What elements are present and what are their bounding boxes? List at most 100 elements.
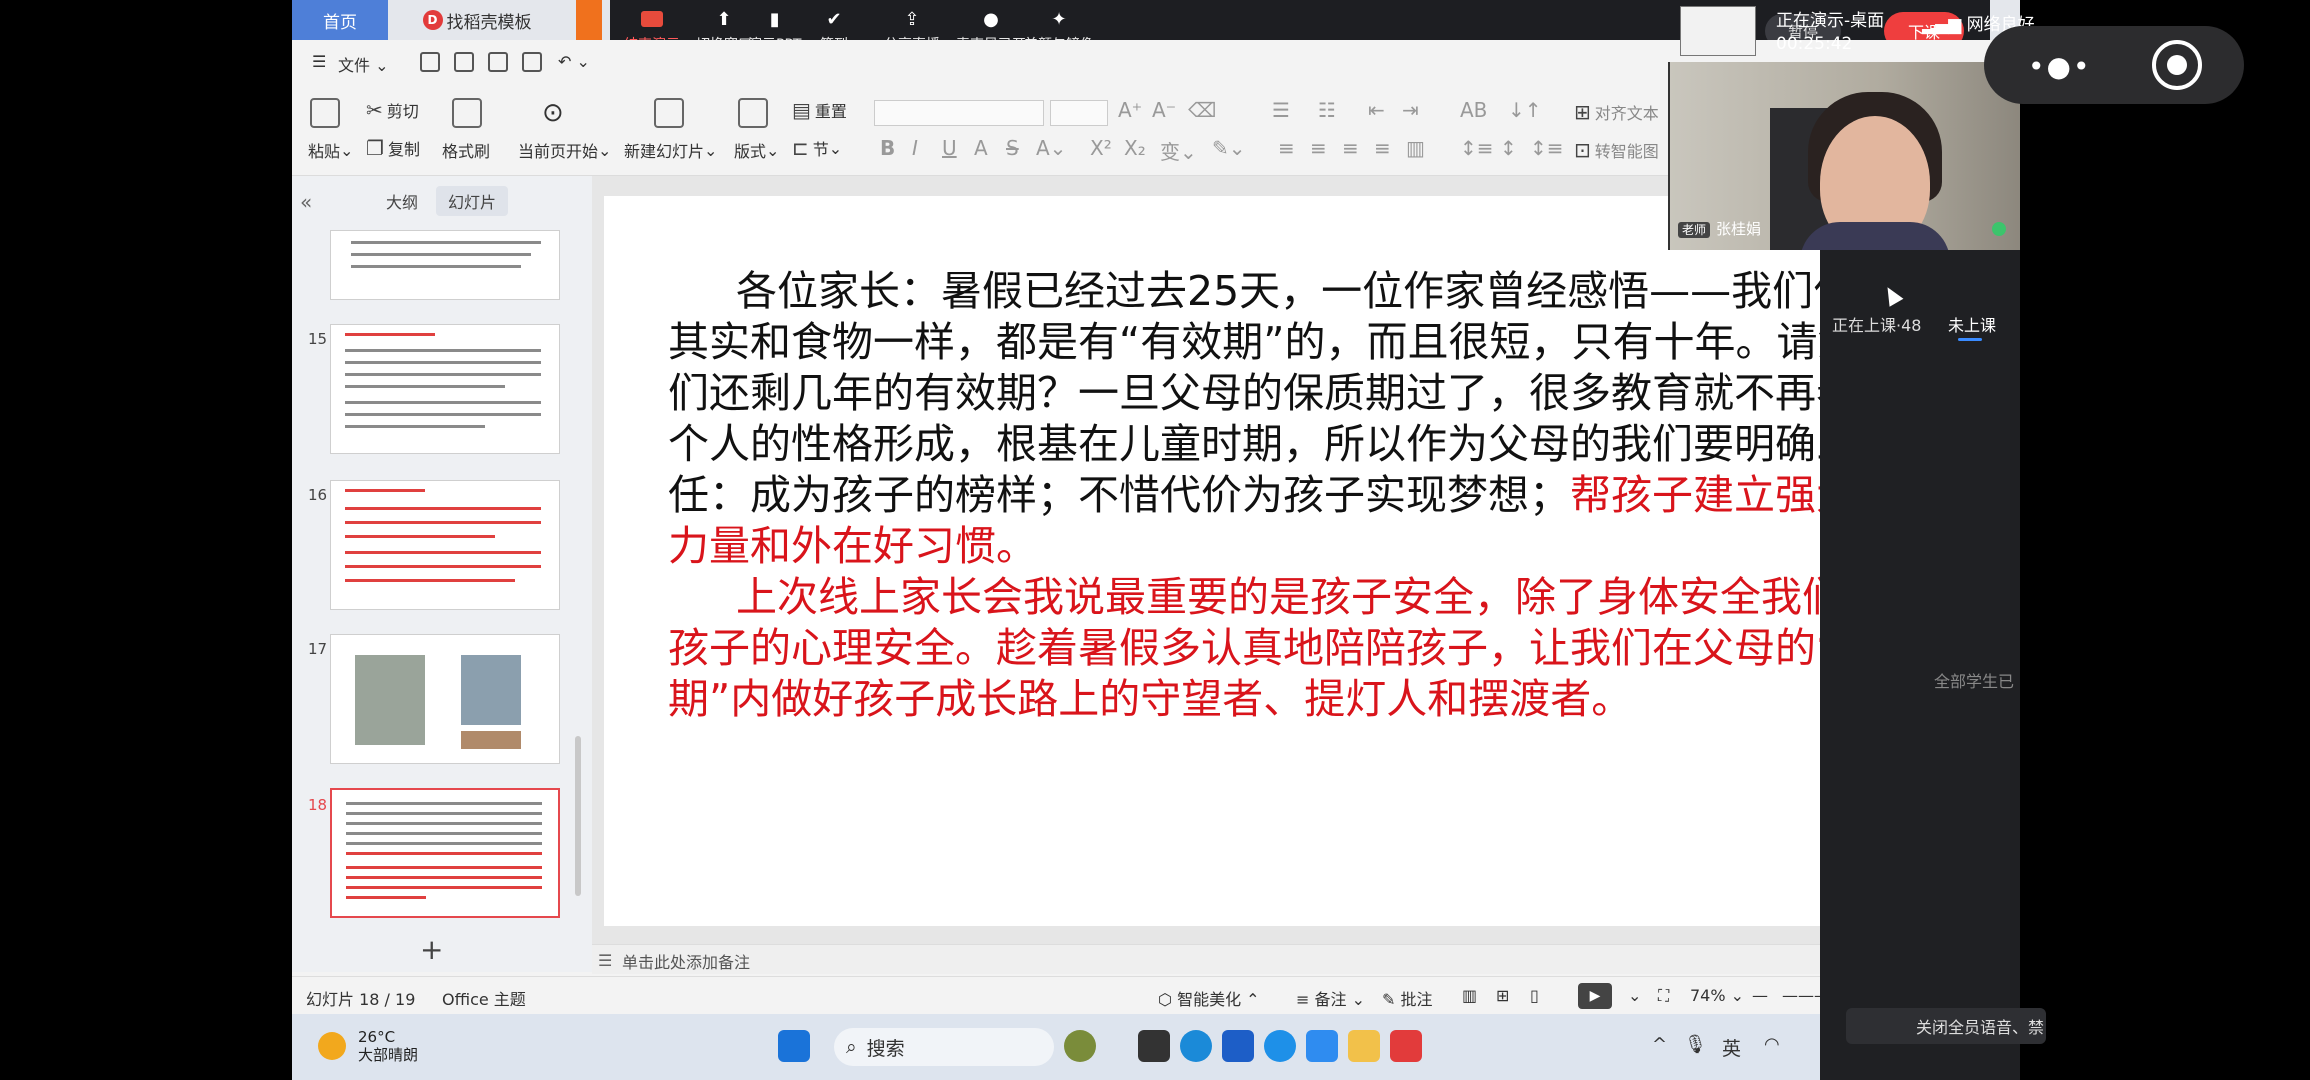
align-text-button[interactable]: ⊞ 对齐文本 <box>1574 100 1659 124</box>
print-icon[interactable] <box>488 52 508 72</box>
terminal-icon[interactable] <box>1138 1030 1170 1062</box>
underline-icon[interactable]: U <box>942 136 957 160</box>
mute-all-button[interactable]: 关闭全员语音、禁 <box>1846 1008 2046 1044</box>
play-from-current-icon[interactable]: ⊙ <box>542 98 564 128</box>
format-painter-button[interactable]: 格式刷 <box>442 138 490 162</box>
sort-icon[interactable]: ↓↑ <box>1508 98 1542 122</box>
reading-view-icon[interactable]: ▯ <box>1530 986 1539 1005</box>
avocado-widget-icon[interactable] <box>1064 1030 1096 1062</box>
collapse-pane-icon[interactable]: « <box>300 190 312 214</box>
subscript-icon[interactable]: X₂ <box>1124 136 1146 160</box>
decrease-indent-icon[interactable]: ⇤ <box>1368 98 1385 122</box>
section-button[interactable]: ⊏ 节 ⌄ <box>792 136 842 160</box>
wps-office-icon[interactable] <box>1390 1030 1422 1062</box>
store-icon[interactable] <box>1222 1030 1254 1062</box>
increase-indent-icon[interactable]: ⇥ <box>1402 98 1419 122</box>
strikethrough-icon[interactable]: S <box>1006 136 1019 160</box>
line-spacing-icon[interactable]: ↕≡ <box>1460 136 1494 160</box>
align-right-icon[interactable]: ≡ <box>1342 136 1359 160</box>
paste-icon[interactable] <box>310 98 340 128</box>
columns-icon[interactable]: ↕≡ <box>1530 136 1564 160</box>
reset-button[interactable]: ▤ 重置 <box>792 98 847 122</box>
slide-thumbnail-14[interactable] <box>330 230 560 300</box>
theme-name[interactable]: Office 主题 <box>442 986 526 1010</box>
new-slide-icon[interactable] <box>654 98 684 128</box>
cut-button[interactable]: ✂ 剪切 <box>366 98 419 122</box>
new-slide-button[interactable]: 新建幻灯片 ⌄ <box>624 138 717 162</box>
align-center-icon[interactable]: ≡ <box>1310 136 1327 160</box>
play-options-icon[interactable]: ⌄ <box>1628 986 1641 1005</box>
more-options-icon[interactable]: •●• <box>2028 50 2091 83</box>
file-menu[interactable]: 文件 ⌄ <box>338 52 389 76</box>
add-slide-icon[interactable]: + <box>420 933 443 966</box>
record-target-icon[interactable] <box>2152 40 2202 90</box>
notes-button[interactable]: ≡ 备注 ⌄ <box>1296 986 1365 1010</box>
font-color-icon[interactable]: A⌄ <box>1036 136 1066 160</box>
tab-not-in-class[interactable]: 未上课 <box>1948 312 1996 336</box>
notes-area[interactable]: ☰ 单击此处添加备注 <box>592 944 2020 974</box>
comments-button[interactable]: ✎ 批注 <box>1382 986 1433 1010</box>
chevron-up-icon[interactable]: ^ <box>1652 1034 1667 1055</box>
normal-view-icon[interactable]: ▥ <box>1462 986 1477 1005</box>
tab-slides[interactable]: 幻灯片 <box>436 186 508 216</box>
tab-in-class[interactable]: 正在上课·48 <box>1832 312 1921 336</box>
clear-format-icon[interactable]: ⌫ <box>1188 98 1216 122</box>
align-left-icon[interactable]: ≡ <box>1278 136 1295 160</box>
desktop-share-thumbnail[interactable] <box>1680 6 1756 56</box>
justify-icon[interactable]: ≡ <box>1374 136 1391 160</box>
browser-icon[interactable] <box>1264 1030 1296 1062</box>
live-classroom-icon[interactable] <box>1306 1030 1338 1062</box>
copy-button[interactable]: ❐ 复制 <box>366 136 420 160</box>
zoom-out-icon[interactable]: — <box>1752 986 1768 1005</box>
font-family-field[interactable] <box>874 100 1044 126</box>
italic-icon[interactable]: I <box>912 136 918 160</box>
slide-sorter-icon[interactable]: ⊞ <box>1496 986 1509 1005</box>
teacher-webcam[interactable]: 老师 张桂娟 <box>1668 62 2020 250</box>
tab-ppt-icon[interactable] <box>576 0 602 40</box>
numbering-icon[interactable]: ☷ <box>1318 98 1336 122</box>
slide-thumbnail-17[interactable] <box>330 634 560 764</box>
paste-button[interactable]: 粘贴 ⌄ <box>308 138 353 162</box>
taskbar-search[interactable]: ⌕ 搜索 <box>834 1028 1054 1066</box>
slide-18[interactable]: 各位家长：暑假已经过去25天，一位作家曾经感悟——我们作为父母其实和食物一样，都… <box>604 196 2020 926</box>
file-explorer-icon[interactable] <box>1348 1030 1380 1062</box>
shadow-icon[interactable]: A <box>974 136 988 160</box>
undo-icon[interactable]: ↶ ⌄ <box>558 52 590 71</box>
superscript-icon[interactable]: X² <box>1090 136 1112 160</box>
slide-thumbnail-16[interactable] <box>330 480 560 610</box>
wifi-icon[interactable]: ◠ <box>1764 1034 1780 1055</box>
layout-button[interactable]: 版式 ⌄ <box>734 138 779 162</box>
to-smartart-button[interactable]: ⊡ 转智能图 <box>1574 138 1659 162</box>
export-icon[interactable] <box>454 52 474 72</box>
slide-textbox[interactable]: 各位家长：暑假已经过去25天，一位作家曾经感悟——我们作为父母其实和食物一样，都… <box>668 266 2018 725</box>
microphone-tray-icon[interactable]: 🎙 <box>1684 1034 1707 1055</box>
tab-outline[interactable]: 大纲 <box>372 186 432 216</box>
bold-icon[interactable]: B <box>880 136 895 160</box>
text-direction-icon[interactable]: AB <box>1460 98 1487 122</box>
smart-beautify-button[interactable]: ⬡ 智能美化 ⌃ <box>1158 986 1260 1010</box>
pane-scrollbar[interactable] <box>575 736 581 896</box>
font-size-field[interactable] <box>1050 100 1108 126</box>
save-icon[interactable] <box>420 52 440 72</box>
fit-window-icon[interactable]: ⛶ <box>1658 986 1669 1006</box>
tab-home[interactable]: 首页 <box>292 0 388 40</box>
paragraph-spacing-icon[interactable]: ↕ <box>1500 136 1517 160</box>
ime-indicator[interactable]: 英 <box>1722 1034 1741 1061</box>
play-from-current-button[interactable]: 当前页开始 ⌄ <box>518 138 611 162</box>
edge-browser-icon[interactable] <box>1180 1030 1212 1062</box>
windows-start-icon[interactable] <box>778 1030 810 1062</box>
format-painter-icon[interactable] <box>452 98 482 128</box>
layout-icon[interactable] <box>738 98 768 128</box>
slide-thumbnail-18[interactable] <box>330 788 560 918</box>
hamburger-icon[interactable]: ☰ <box>312 52 326 71</box>
zoom-level[interactable]: 74% ⌄ <box>1690 986 1744 1005</box>
tab-template[interactable]: D 找稻壳模板 <box>392 0 562 40</box>
grow-font-icon[interactable]: A⁺ <box>1118 98 1142 122</box>
distribute-icon[interactable]: ▥ <box>1406 136 1425 160</box>
pinyin-icon[interactable]: 变⌄ <box>1160 136 1197 165</box>
shrink-font-icon[interactable]: A⁻ <box>1152 98 1176 122</box>
slide-thumbnail-15[interactable] <box>330 324 560 454</box>
preview-icon[interactable] <box>522 52 542 72</box>
bullets-icon[interactable]: ☰ <box>1272 98 1290 122</box>
slideshow-play-icon[interactable]: ▶ <box>1578 983 1612 1009</box>
